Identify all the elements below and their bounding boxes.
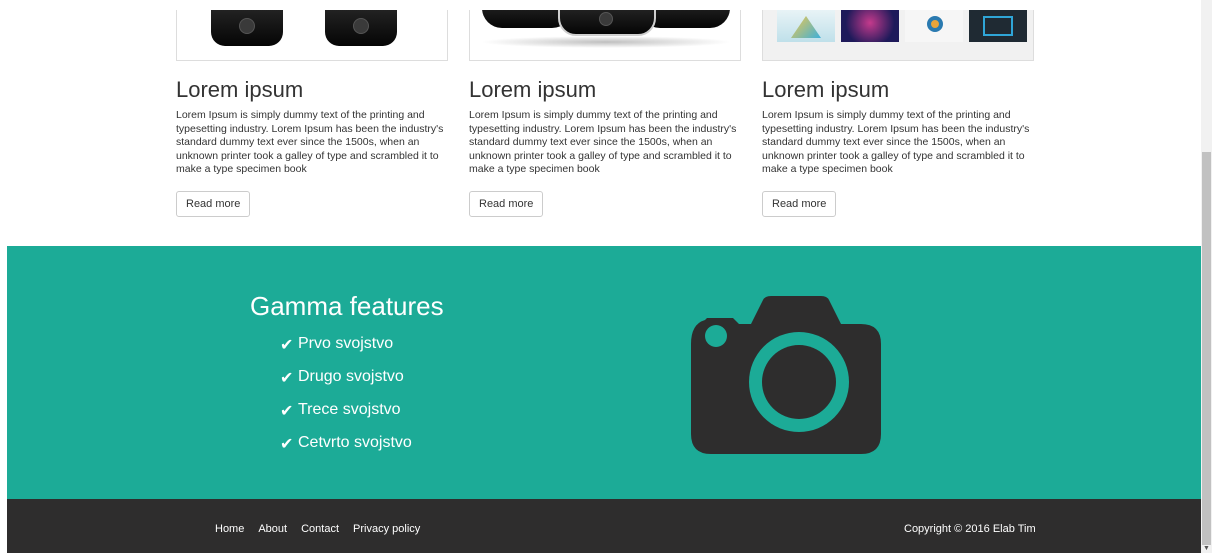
vertical-scrollbar[interactable]: ▼: [1201, 0, 1212, 553]
features-section: Gamma features ✔ Prvo svojstvo ✔ Drugo svo…: [7, 246, 1201, 499]
read-more-button[interactable]: Read more: [762, 191, 837, 217]
gallery-tile: [905, 10, 963, 42]
card-1-thumbnail: [176, 10, 448, 61]
copyright-text: Copyright © 2016 Elab Tim: [904, 523, 1036, 535]
home-button-graphic: [239, 18, 255, 34]
check-icon: ✔: [280, 436, 294, 453]
camera-icon: [691, 296, 881, 454]
card-text: Lorem Ipsum is simply dummy text of the …: [469, 109, 737, 175]
footer-link-privacy-policy[interactable]: Privacy policy: [353, 523, 420, 535]
gallery-tile: [777, 10, 835, 42]
feature-label: Trece svojstvo: [298, 401, 401, 418]
feature-item: ✔ Drugo svojstvo: [280, 368, 412, 401]
read-more-button[interactable]: Read more: [469, 191, 544, 217]
card-text: Lorem Ipsum is simply dummy text of the …: [762, 109, 1030, 175]
phone-image: [325, 10, 397, 46]
feature-item: ✔ Trece svojstvo: [280, 401, 412, 434]
gallery-tile: [969, 10, 1027, 42]
card-title: Lorem ipsum: [762, 77, 890, 102]
footer-link-home[interactable]: Home: [215, 523, 244, 535]
footer-link-contact[interactable]: Contact: [301, 523, 339, 535]
scrollbar-thumb[interactable]: [1202, 152, 1211, 545]
feature-label: Prvo svojstvo: [298, 335, 394, 352]
feature-item: ✔ Cetvrto svojstvo: [280, 434, 412, 467]
card-3-thumbnail: [762, 10, 1034, 61]
feature-label: Cetvrto svojstvo: [298, 434, 412, 451]
tile-art: [791, 16, 821, 38]
phone-shadow: [480, 36, 732, 48]
check-icon: ✔: [280, 403, 294, 420]
footer: Home About Contact Privacy policy Copyri…: [7, 499, 1201, 553]
phone-image: [211, 10, 283, 46]
card-title: Lorem ipsum: [469, 77, 597, 102]
features-title: Gamma features: [250, 291, 444, 321]
feature-label: Drugo svojstvo: [298, 368, 404, 385]
home-button-graphic: [353, 18, 369, 34]
home-button-graphic: [599, 12, 613, 26]
check-icon: ✔: [280, 337, 294, 354]
feature-item: ✔ Prvo svojstvo: [280, 335, 412, 368]
read-more-button[interactable]: Read more: [176, 191, 251, 217]
phone-image: [558, 10, 656, 36]
card-text: Lorem Ipsum is simply dummy text of the …: [176, 109, 444, 175]
scroll-down-arrow-icon[interactable]: ▼: [1201, 544, 1212, 553]
footer-nav: Home About Contact Privacy policy: [215, 523, 420, 535]
card-title: Lorem ipsum: [176, 77, 304, 102]
card-2-thumbnail: [469, 10, 741, 61]
tile-art: [983, 16, 1013, 36]
features-list: ✔ Prvo svojstvo ✔ Drugo svojstvo ✔ Trece sv…: [280, 335, 412, 467]
gallery-tile: [841, 10, 899, 42]
cards-section: Lorem ipsum Lorem Ipsum is simply dummy …: [0, 0, 1201, 246]
page: Lorem ipsum Lorem Ipsum is simply dummy …: [0, 0, 1201, 553]
tile-art: [927, 16, 943, 32]
check-icon: ✔: [280, 370, 294, 387]
footer-link-about[interactable]: About: [258, 523, 287, 535]
